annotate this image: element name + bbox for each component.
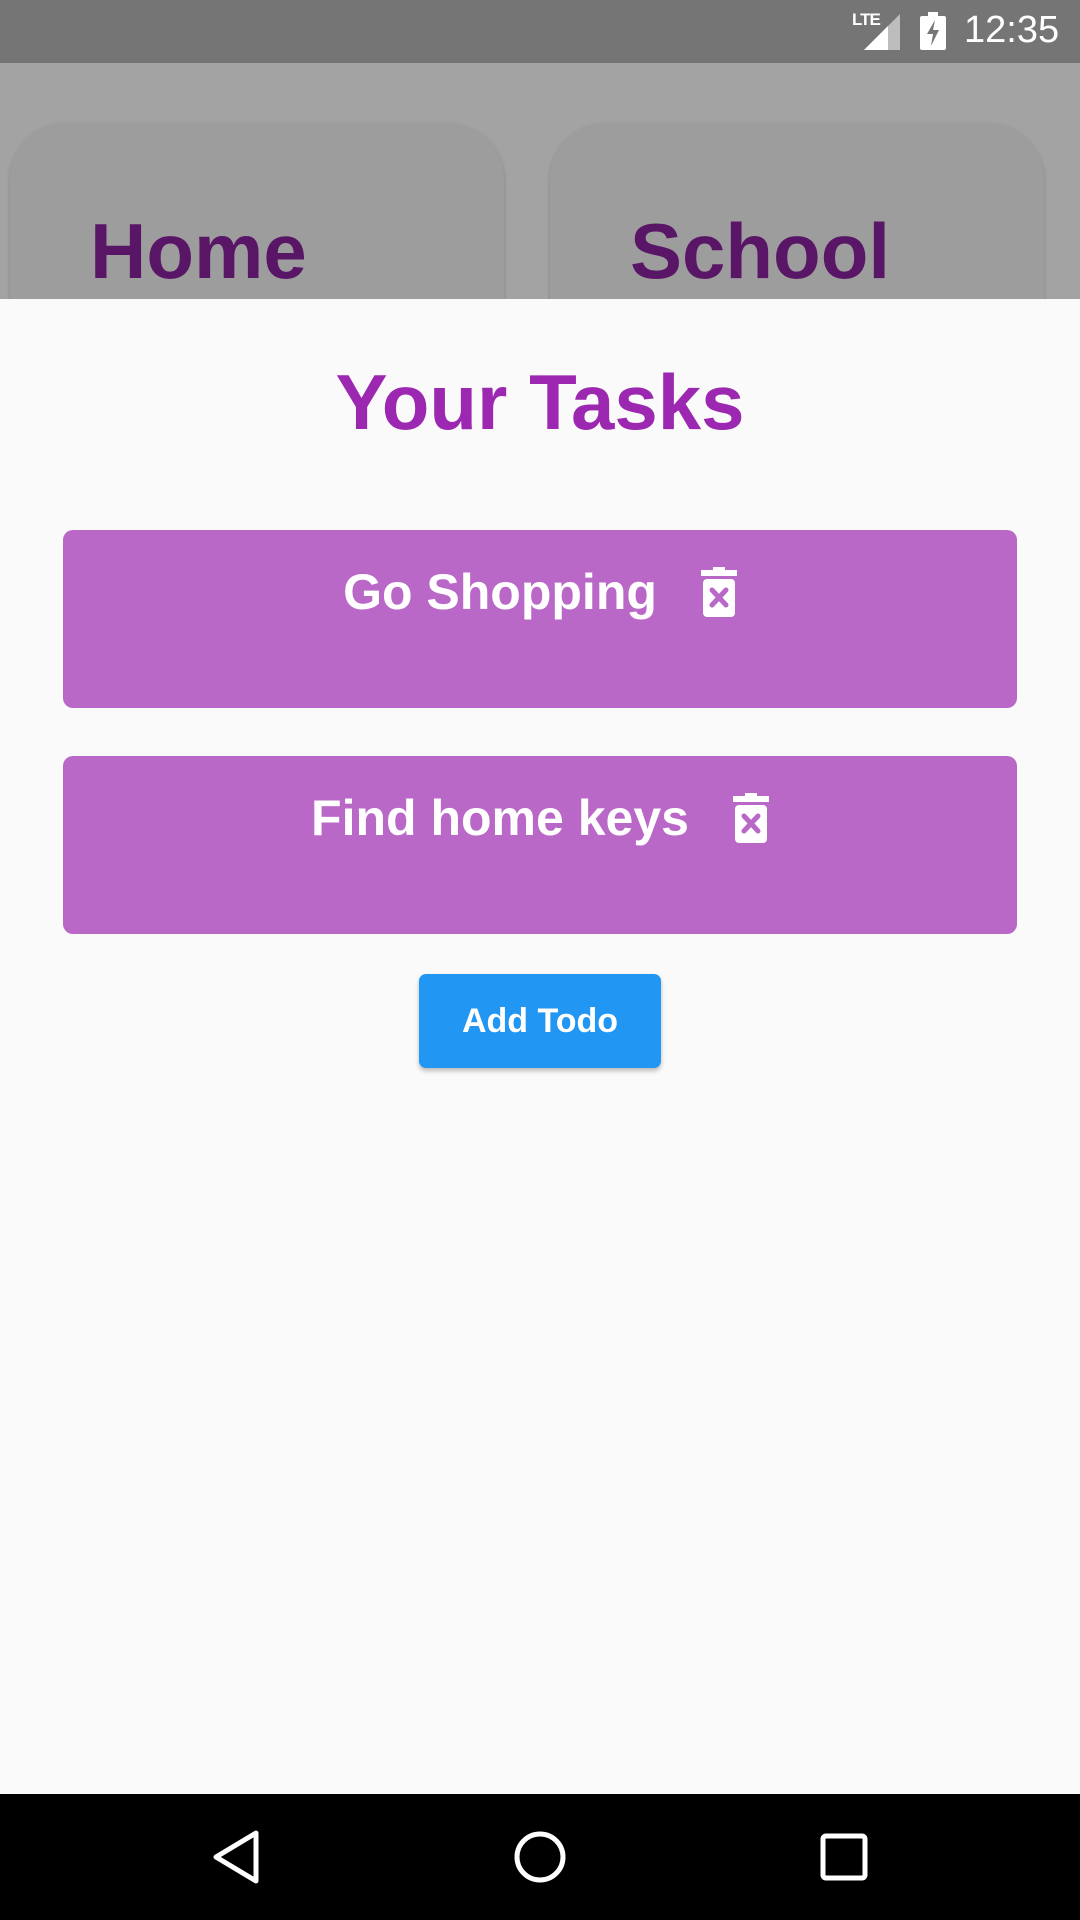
status-bar: LTE 12:35 — [0, 0, 1080, 63]
trash-icon[interactable] — [700, 567, 737, 617]
task-card[interactable]: Find home keys — [63, 756, 1017, 934]
task-label: Find home keys — [311, 790, 689, 846]
back-icon[interactable] — [206, 1827, 266, 1887]
category-card-school[interactable]: School — [550, 123, 1044, 299]
task-label: Go Shopping — [343, 564, 657, 620]
screen: LTE 12:35 Home School Your Tasks Go Shop… — [0, 0, 1080, 1920]
navigation-bar — [0, 1794, 1080, 1920]
sheet-title: Your Tasks — [335, 358, 745, 446]
status-time: 12:35 — [964, 9, 1060, 51]
category-card-home[interactable]: Home — [10, 123, 504, 299]
category-label: Home — [90, 207, 307, 295]
background-scrim[interactable]: Home School — [0, 63, 1080, 299]
lte-signal-icon: LTE — [852, 10, 902, 50]
home-circle-icon[interactable] — [510, 1827, 570, 1887]
recents-square-icon[interactable] — [814, 1827, 874, 1887]
tasks-bottom-sheet: Your Tasks Go Shopping Find home keys Ad… — [0, 299, 1080, 1794]
trash-icon[interactable] — [732, 793, 769, 843]
battery-charging-icon — [920, 12, 946, 50]
add-todo-button[interactable]: Add Todo — [419, 974, 661, 1068]
task-card[interactable]: Go Shopping — [63, 530, 1017, 708]
category-label: School — [630, 207, 891, 295]
